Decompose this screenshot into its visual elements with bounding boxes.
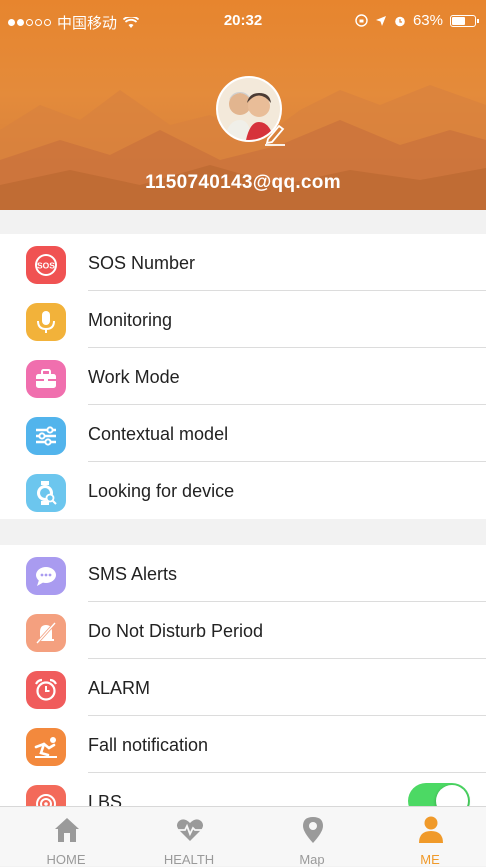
menu-item-label: ALARM: [88, 678, 151, 698]
profile-email[interactable]: 1150740143@qq.com: [0, 172, 486, 194]
menu-item-do-not-disturb[interactable]: Do Not Disturb Period: [0, 602, 486, 659]
location-arrow-icon: [375, 15, 386, 26]
menu-item-label: SOS Number: [88, 253, 196, 273]
menu-item-work-mode[interactable]: Work Mode: [0, 348, 486, 405]
menu-item-label: Fall notification: [88, 735, 209, 755]
menu-group-2: SMS Alerts Do Not Disturb Period ALARM F…: [0, 545, 486, 830]
menu-item-label: Do Not Disturb Period: [88, 621, 264, 641]
tab-map[interactable]: Map: [262, 807, 362, 867]
menu-item-alarm[interactable]: ALARM: [0, 659, 486, 716]
menu-item-label: SMS Alerts: [88, 564, 178, 584]
person-icon: [419, 816, 443, 843]
battery-percent: 63%: [412, 12, 443, 29]
menu-item-contextual-model[interactable]: Contextual model: [0, 405, 486, 462]
chat-bubble-icon: [26, 557, 66, 595]
menu-item-label: Monitoring: [88, 310, 173, 330]
menu-item-fall-notification[interactable]: Fall notification: [0, 716, 486, 773]
alarm-status-icon: [395, 16, 405, 26]
tab-health[interactable]: HEALTH: [139, 807, 239, 867]
menu-item-monitoring[interactable]: Monitoring: [0, 291, 486, 348]
status-bar: 中国移动 20:32 63%: [0, 0, 486, 40]
pencil-icon[interactable]: [262, 122, 288, 146]
menu-group-1: SOS SOS Number Monitoring Work Mode Cont…: [0, 234, 486, 519]
fall-person-icon: [26, 728, 66, 766]
menu-item-label: Contextual model: [88, 424, 229, 444]
sos-icon: SOS: [26, 246, 66, 284]
bell-off-icon: [26, 614, 66, 652]
svg-text:SOS: SOS: [37, 261, 55, 271]
battery-icon: [450, 14, 479, 27]
menu-item-sms-alerts[interactable]: SMS Alerts: [0, 545, 486, 602]
menu-item-label: Work Mode: [88, 367, 180, 387]
tab-label: ME: [420, 852, 440, 867]
profile-header: 中国移动 20:32 63% 1150740143@qq.com: [0, 0, 486, 210]
rotation-lock-icon: [355, 14, 368, 27]
sliders-icon: [26, 417, 66, 455]
microphone-icon: [26, 303, 66, 341]
heart-pulse-icon: [177, 819, 203, 841]
alarm-clock-icon: [26, 671, 66, 709]
menu-item-looking-for-device[interactable]: Looking for device: [0, 462, 486, 519]
tab-bar: HOME HEALTH Map ME: [0, 806, 486, 867]
tab-label: HEALTH: [163, 852, 215, 867]
map-pin-icon: [303, 817, 323, 843]
tab-label: HOME: [46, 852, 86, 867]
home-icon: [55, 818, 79, 842]
menu-item-sos-number[interactable]: SOS SOS Number: [0, 234, 486, 291]
briefcase-icon: [26, 360, 66, 398]
tab-me[interactable]: ME: [380, 807, 480, 867]
tab-home[interactable]: HOME: [16, 807, 116, 867]
tab-label: Map: [299, 852, 325, 867]
menu-item-label: Looking for device: [88, 481, 235, 501]
watch-search-icon: [26, 474, 66, 512]
